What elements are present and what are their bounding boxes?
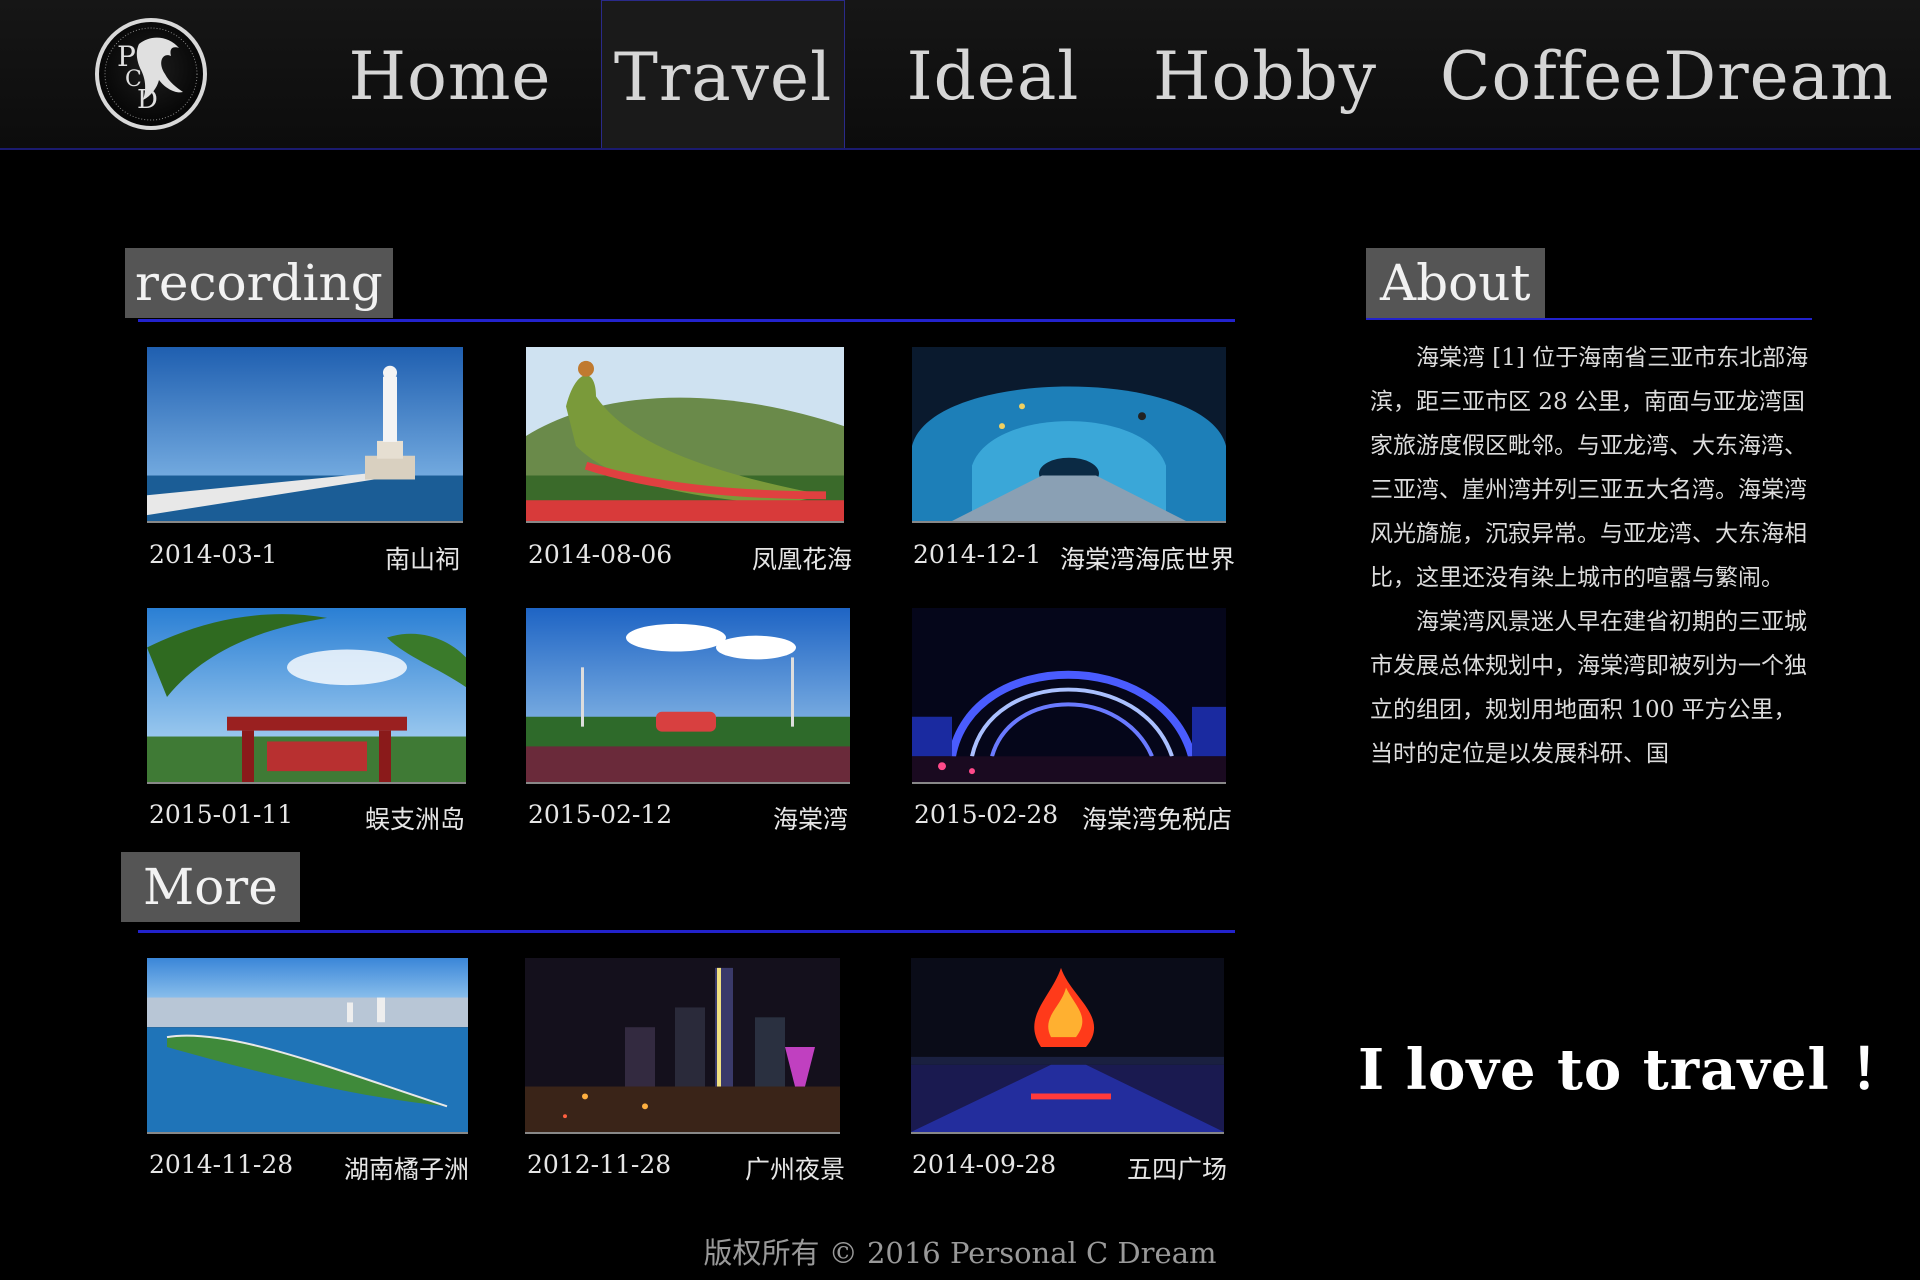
guanyin-statue-photo-icon bbox=[147, 347, 463, 521]
river-island-photo-icon bbox=[147, 958, 468, 1132]
nav-ideal[interactable]: Ideal bbox=[893, 0, 1093, 148]
caption-date: 2015-02-28 bbox=[914, 800, 1059, 829]
aquarium-tunnel-photo-icon bbox=[912, 347, 1226, 521]
recording-divider bbox=[138, 319, 1235, 322]
nav-travel[interactable]: Travel bbox=[601, 0, 845, 148]
about-heading: About bbox=[1366, 248, 1545, 318]
caption-date: 2014-12-1 bbox=[913, 540, 1042, 569]
caption-place: 广州夜景 bbox=[744, 1155, 845, 1184]
about-divider bbox=[1366, 318, 1812, 320]
more-divider bbox=[138, 930, 1235, 933]
photo-juzizhou[interactable] bbox=[147, 958, 468, 1134]
site-logo[interactable]: P C D bbox=[95, 18, 207, 130]
city-night-photo-icon bbox=[525, 958, 840, 1132]
more-heading: More bbox=[121, 852, 300, 922]
photo-haitang-bay[interactable] bbox=[526, 608, 850, 784]
slogan: I love to travel ！ bbox=[1358, 1037, 1908, 1103]
phoenix-sculpture-photo-icon bbox=[526, 347, 844, 521]
recording-heading: recording bbox=[125, 248, 393, 318]
duty-free-arch-photo-icon bbox=[912, 608, 1226, 782]
nav-coffeedream[interactable]: CoffeeDream bbox=[1440, 0, 1893, 148]
palm-gate-photo-icon bbox=[147, 608, 466, 782]
caption-date: 2012-11-28 bbox=[527, 1150, 672, 1179]
caption-place: 海棠湾海底世界 bbox=[1059, 545, 1235, 574]
photo-aquarium[interactable] bbox=[912, 347, 1226, 523]
caption-place: 湖南橘子洲 bbox=[343, 1155, 469, 1184]
caption-place: 海棠湾免税店 bbox=[1081, 805, 1232, 834]
caption-place: 蜈支洲岛 bbox=[364, 805, 465, 834]
caption-date: 2014-03-1 bbox=[149, 540, 278, 569]
top-nav-bar: P C D Home Travel Ideal Hobby CoffeeDrea… bbox=[0, 0, 1920, 150]
caption-place: 凤凰花海 bbox=[751, 545, 852, 574]
about-paragraph: 海棠湾 [1] 位于海南省三亚市东北部海滨，距三亚市区 28 公里，南面与亚龙湾… bbox=[1370, 345, 1809, 591]
caption-date: 2015-02-12 bbox=[528, 800, 673, 829]
about-paragraph: 海棠湾风景迷人早在建省初期的三亚城市发展总体规划中，海棠湾即被列为一个独立的组团… bbox=[1370, 609, 1807, 767]
svg-text:D: D bbox=[137, 85, 158, 115]
caption-place: 五四广场 bbox=[1126, 1155, 1227, 1184]
caption-date: 2015-01-11 bbox=[149, 800, 294, 829]
logo-emblem-icon: P C D bbox=[104, 27, 198, 121]
square-sculpture-photo-icon bbox=[911, 958, 1224, 1132]
caption-place: 海棠湾 bbox=[772, 805, 848, 834]
photo-may-fourth-square[interactable] bbox=[911, 958, 1224, 1134]
caption-place: 南山祠 bbox=[384, 545, 460, 574]
footer-copyright: 版权所有 © 2016 Personal C Dream bbox=[703, 1236, 1217, 1270]
caption-date: 2014-11-28 bbox=[149, 1150, 294, 1179]
caption-date: 2014-08-06 bbox=[528, 540, 673, 569]
photo-nanshan[interactable] bbox=[147, 347, 463, 523]
caption-date: 2014-09-28 bbox=[912, 1150, 1057, 1179]
about-text: 海棠湾 [1] 位于海南省三亚市东北部海滨，距三亚市区 28 公里，南面与亚龙湾… bbox=[1370, 336, 1815, 776]
haitang-garden-photo-icon bbox=[526, 608, 850, 782]
photo-guangzhou-night[interactable] bbox=[525, 958, 840, 1134]
nav-hobby[interactable]: Hobby bbox=[1150, 0, 1380, 148]
photo-duty-free[interactable] bbox=[912, 608, 1226, 784]
nav-home[interactable]: Home bbox=[345, 0, 555, 148]
photo-phoenix-flowers[interactable] bbox=[526, 347, 844, 523]
photo-wuzhizhou[interactable] bbox=[147, 608, 466, 784]
